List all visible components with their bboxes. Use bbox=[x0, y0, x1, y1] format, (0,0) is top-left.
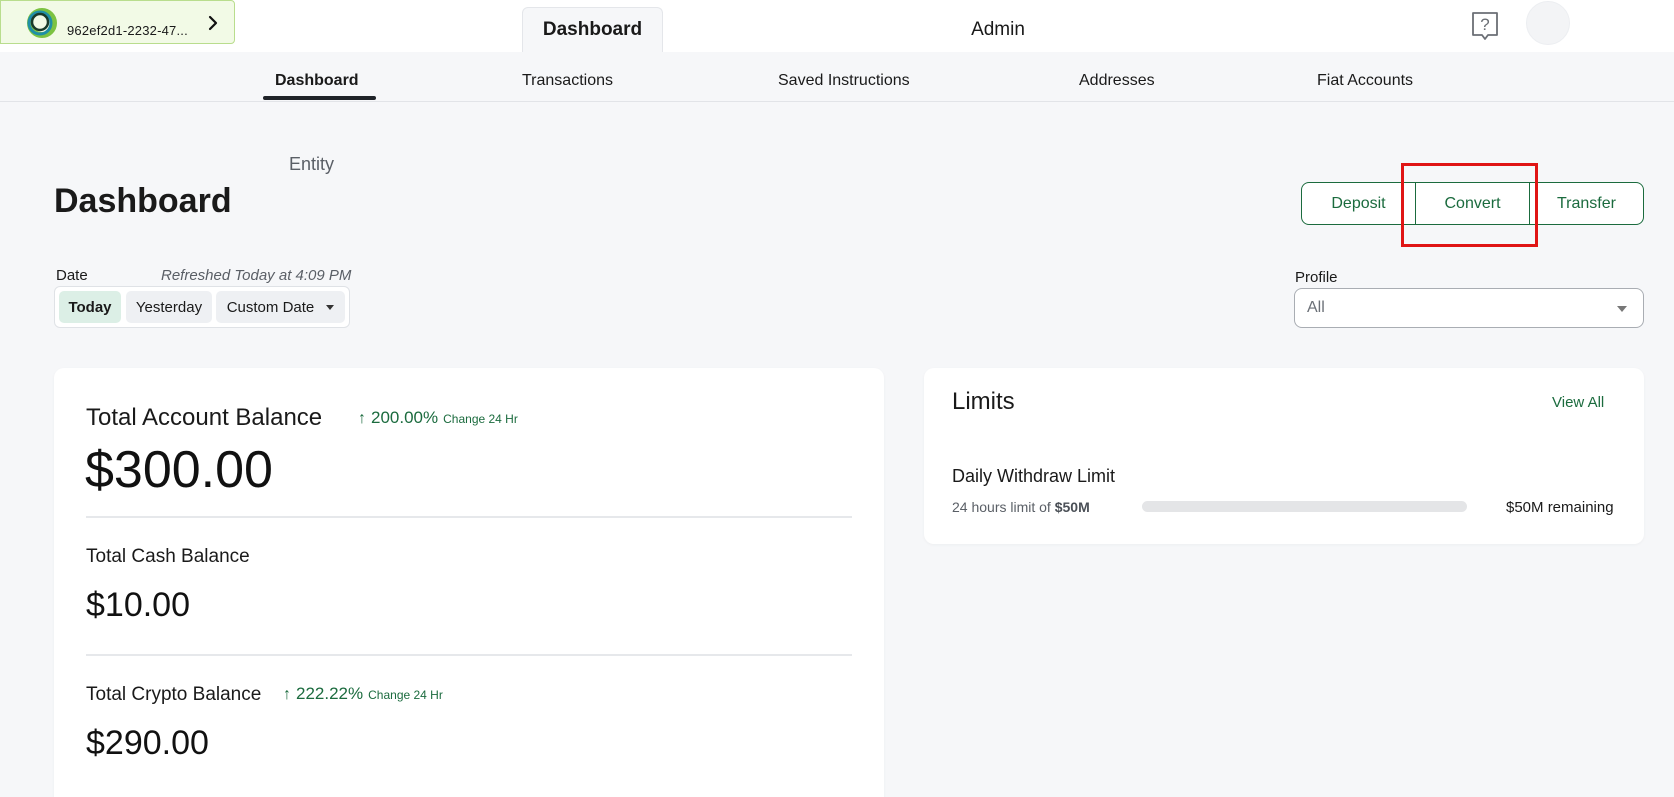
limits-title: Limits bbox=[952, 388, 1015, 415]
subnav-item-addresses[interactable]: Addresses bbox=[1079, 72, 1155, 90]
subnav-item-fiat-accounts[interactable]: Fiat Accounts bbox=[1317, 72, 1413, 90]
date-option-today[interactable]: Today bbox=[59, 291, 121, 323]
deposit-button[interactable]: Deposit bbox=[1302, 183, 1415, 224]
limit-sub-amount: $50M bbox=[1054, 499, 1090, 515]
profile-label: Profile bbox=[1295, 269, 1338, 286]
top-tab-dashboard-label: Dashboard bbox=[542, 19, 643, 40]
total-account-change: ↑ 200.00% Change 24 Hr bbox=[358, 408, 518, 428]
avatar[interactable] bbox=[1526, 1, 1570, 45]
page-title: Dashboard bbox=[54, 182, 232, 220]
help-question-icon[interactable]: ? bbox=[1470, 10, 1500, 42]
sub-navigation: Dashboard Transactions Saved Instruction… bbox=[0, 52, 1674, 102]
date-option-today-label: Today bbox=[68, 298, 112, 316]
date-filter-group: Today Yesterday Custom Date bbox=[54, 286, 350, 328]
daily-withdraw-progress-bar bbox=[1142, 501, 1467, 512]
chevron-right-icon bbox=[208, 15, 218, 31]
transfer-button[interactable]: Transfer bbox=[1529, 183, 1643, 224]
total-crypto-change-label: Change 24 Hr bbox=[368, 688, 443, 702]
ring-logo-icon bbox=[27, 8, 57, 38]
date-option-yesterday-label: Yesterday bbox=[135, 298, 203, 316]
date-option-custom[interactable]: Custom Date bbox=[216, 291, 345, 323]
date-label: Date bbox=[56, 267, 88, 284]
daily-withdraw-remaining: $50M remaining bbox=[1506, 499, 1614, 516]
total-crypto-balance-value: $290.00 bbox=[86, 724, 209, 762]
arrow-up-icon: ↑ bbox=[358, 410, 366, 427]
total-account-balance-value: $300.00 bbox=[85, 441, 273, 499]
top-bar: 962ef2d1-2232-47... Dashboard Admin ? bbox=[0, 0, 1674, 52]
total-crypto-balance-label: Total Crypto Balance bbox=[86, 684, 262, 705]
entity-switcher[interactable]: 962ef2d1-2232-47... bbox=[0, 0, 235, 44]
top-tab-dashboard[interactable]: Dashboard bbox=[522, 7, 663, 52]
balance-card: Total Account Balance ↑ 200.00% Change 2… bbox=[54, 368, 884, 797]
view-all-link[interactable]: View All bbox=[1552, 394, 1604, 411]
date-option-yesterday[interactable]: Yesterday bbox=[126, 291, 212, 323]
top-tab-admin-label: Admin bbox=[971, 18, 1025, 40]
arrow-up-icon: ↑ bbox=[283, 686, 291, 703]
refreshed-timestamp: Refreshed Today at 4:09 PM bbox=[161, 267, 352, 284]
profile-select-value: All bbox=[1307, 299, 1325, 316]
action-button-group: Deposit Convert Transfer bbox=[1301, 182, 1644, 225]
subnav-item-transactions[interactable]: Transactions bbox=[522, 72, 613, 90]
subnav-item-dashboard[interactable]: Dashboard bbox=[275, 72, 359, 90]
date-option-custom-label: Custom Date bbox=[226, 298, 315, 316]
top-tab-admin[interactable]: Admin bbox=[928, 7, 1068, 52]
total-crypto-change-pct: 222.22% bbox=[296, 684, 364, 703]
limit-sub-prefix: 24 hours limit of bbox=[952, 499, 1051, 515]
divider bbox=[86, 516, 852, 518]
entity-label: Entity bbox=[289, 154, 335, 174]
total-account-balance-label: Total Account Balance bbox=[86, 404, 323, 431]
limits-card: Limits View All Daily Withdraw Limit 24 … bbox=[924, 368, 1644, 544]
daily-withdraw-limit-sub: 24 hours limit of $50M bbox=[952, 499, 1090, 515]
convert-button[interactable]: Convert bbox=[1415, 183, 1529, 224]
profile-select[interactable]: All bbox=[1294, 288, 1644, 328]
svg-text:?: ? bbox=[1480, 15, 1489, 34]
caret-down-icon bbox=[1617, 306, 1627, 312]
entity-id: 962ef2d1-2232-47... bbox=[67, 23, 188, 38]
total-cash-balance-value: $10.00 bbox=[86, 586, 190, 624]
total-account-change-pct: 200.00% bbox=[371, 408, 439, 427]
total-account-change-label: Change 24 Hr bbox=[443, 412, 518, 426]
subnav-active-indicator bbox=[263, 96, 376, 100]
caret-down-icon bbox=[326, 304, 335, 310]
subnav-item-saved-instructions[interactable]: Saved Instructions bbox=[778, 72, 910, 90]
total-cash-balance-label: Total Cash Balance bbox=[86, 546, 250, 567]
total-crypto-change: ↑ 222.22% Change 24 Hr bbox=[283, 684, 443, 704]
divider bbox=[86, 654, 852, 656]
daily-withdraw-limit-name: Daily Withdraw Limit bbox=[952, 466, 1116, 486]
